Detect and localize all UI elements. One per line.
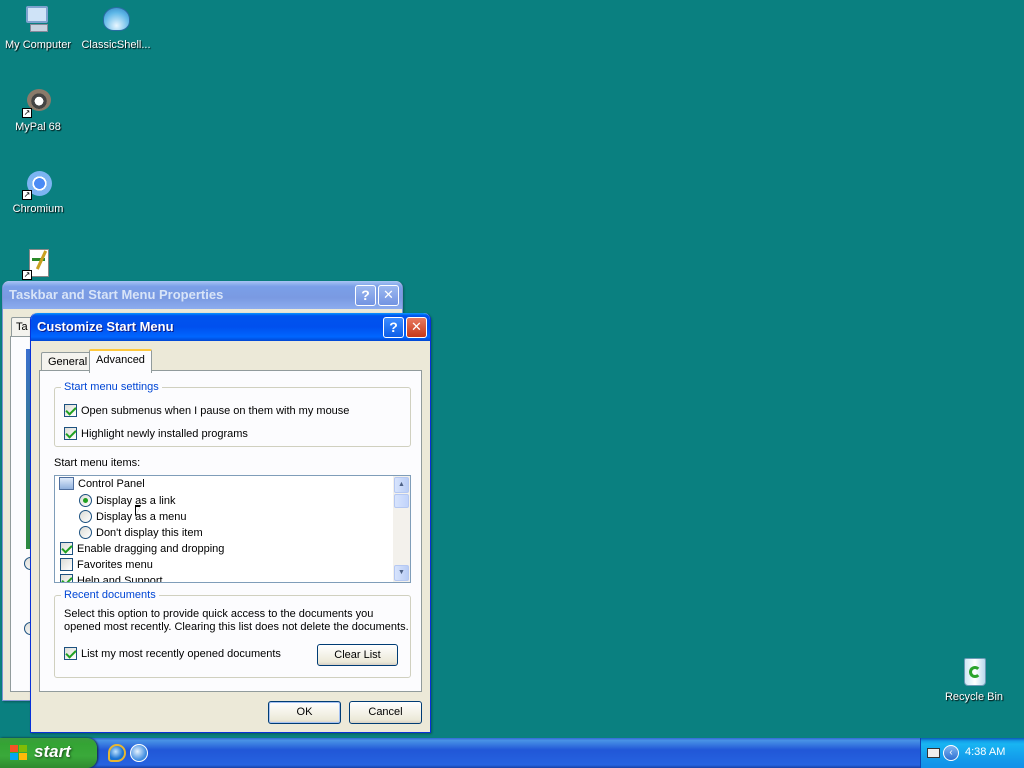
list-item-display-menu[interactable]: Display as a menu — [79, 510, 187, 523]
app-shortcut-icon: ↗ — [22, 248, 54, 280]
desktop-icon-mypal[interactable]: ↗ MyPal 68 — [0, 86, 76, 133]
enable-dragging-checkbox[interactable] — [60, 542, 73, 555]
desktop-icon-label: MyPal 68 — [15, 121, 61, 133]
desktop-icon-label: My Computer — [4, 39, 72, 51]
desktop-icon-label: Recycle Bin — [944, 691, 1004, 703]
group-title: Recent documents — [61, 589, 159, 601]
ie-alt-icon[interactable] — [130, 744, 148, 762]
list-item-help-support[interactable]: Help and Support — [60, 574, 163, 582]
display-link-radio[interactable] — [79, 494, 92, 507]
my-computer-icon — [22, 4, 54, 36]
scroll-down-button[interactable]: ▼ — [394, 565, 409, 581]
close-button[interactable]: ✕ — [406, 317, 427, 338]
help-support-checkbox[interactable] — [60, 574, 73, 582]
taskbar-properties-titlebar[interactable]: Taskbar and Start Menu Properties ? ✕ — [3, 281, 402, 309]
recent-documents-group: Recent documents Select this option to p… — [54, 589, 411, 678]
desktop-icon-chromium[interactable]: ↗ Chromium — [0, 168, 76, 215]
clear-list-button[interactable]: Clear List — [317, 644, 398, 666]
recycle-bin-icon — [958, 656, 990, 688]
start-menu-items-label: Start menu items: — [54, 457, 141, 469]
ok-button[interactable]: OK — [268, 701, 341, 724]
scroll-thumb[interactable] — [394, 494, 409, 508]
desktop-icon-app[interactable]: ↗ — [0, 248, 76, 283]
start-menu-items-list[interactable]: Control Panel Display as a link Display … — [54, 475, 411, 583]
tray-arrow-icon[interactable]: ‹ — [943, 745, 959, 761]
advanced-tab-panel: Start menu settings Open submenus when I… — [39, 370, 422, 692]
list-item-dont-display[interactable]: Don't display this item — [79, 526, 203, 539]
keyboard-icon[interactable] — [927, 748, 940, 758]
scroll-up-button[interactable]: ▲ — [394, 477, 409, 493]
classic-shell-icon — [100, 4, 132, 36]
display-menu-radio[interactable] — [79, 510, 92, 523]
window-title: Customize Start Menu — [37, 319, 174, 334]
system-tray: ‹ 4:38 AM — [920, 738, 1024, 768]
tab-general[interactable]: General — [41, 352, 95, 372]
start-label: start — [34, 742, 71, 761]
customize-titlebar[interactable]: Customize Start Menu ? ✕ — [31, 313, 430, 341]
dont-display-radio[interactable] — [79, 526, 92, 539]
start-button[interactable]: start — [0, 738, 97, 768]
option-label: Open submenus when I pause on them with … — [81, 404, 350, 417]
favorites-menu-checkbox[interactable] — [60, 558, 73, 571]
list-recent-checkbox[interactable] — [64, 647, 77, 660]
desktop-icon-recycle-bin[interactable]: Recycle Bin — [936, 656, 1012, 703]
mypal-icon: ↗ — [22, 86, 54, 118]
group-title: Start menu settings — [61, 381, 162, 393]
desktop-icon-my-computer[interactable]: My Computer — [0, 4, 76, 51]
window-title: Taskbar and Start Menu Properties — [9, 287, 224, 302]
list-item-control-panel[interactable]: Control Panel — [59, 477, 145, 490]
help-button[interactable]: ? — [355, 285, 376, 306]
control-panel-icon — [59, 477, 74, 490]
customize-start-menu-dialog[interactable]: Customize Start Menu ? ✕ General Advance… — [30, 313, 431, 733]
list-item-favorites-menu[interactable]: Favorites menu — [60, 558, 153, 571]
recent-description-line1: Select this option to provide quick acce… — [64, 608, 374, 620]
option-list-recent[interactable]: List my most recently opened documents — [64, 647, 281, 660]
start-menu-settings-group: Start menu settings Open submenus when I… — [54, 381, 411, 447]
cancel-button[interactable]: Cancel — [349, 701, 422, 724]
desktop-icon-label: Chromium — [12, 203, 64, 215]
open-submenus-checkbox[interactable] — [64, 404, 77, 417]
recent-description-line2: opened most recently. Clearing this list… — [64, 621, 409, 633]
list-item-display-link[interactable]: Display as a link — [79, 494, 175, 507]
help-button[interactable]: ? — [383, 317, 404, 338]
list-item-enable-dragging[interactable]: Enable dragging and dropping — [60, 542, 224, 555]
option-label: Highlight newly installed programs — [81, 427, 248, 440]
list-scrollbar[interactable]: ▲ ▼ — [393, 476, 410, 582]
chromium-icon: ↗ — [22, 168, 54, 200]
desktop-icon-label: ClassicShell... — [81, 39, 151, 51]
highlight-programs-checkbox[interactable] — [64, 427, 77, 440]
tab-advanced[interactable]: Advanced — [89, 349, 152, 373]
desktop-icon-classic-shell[interactable]: ClassicShell... — [78, 4, 154, 51]
internet-explorer-icon[interactable] — [108, 744, 126, 762]
taskbar: start ‹ 4:38 AM — [0, 738, 1024, 768]
close-button[interactable]: ✕ — [378, 285, 399, 306]
windows-flag-icon — [10, 745, 28, 762]
option-open-submenus[interactable]: Open submenus when I pause on them with … — [64, 404, 349, 417]
option-highlight-programs[interactable]: Highlight newly installed programs — [64, 427, 248, 440]
clock[interactable]: 4:38 AM — [965, 746, 1005, 758]
mouse-cursor — [135, 505, 141, 517]
